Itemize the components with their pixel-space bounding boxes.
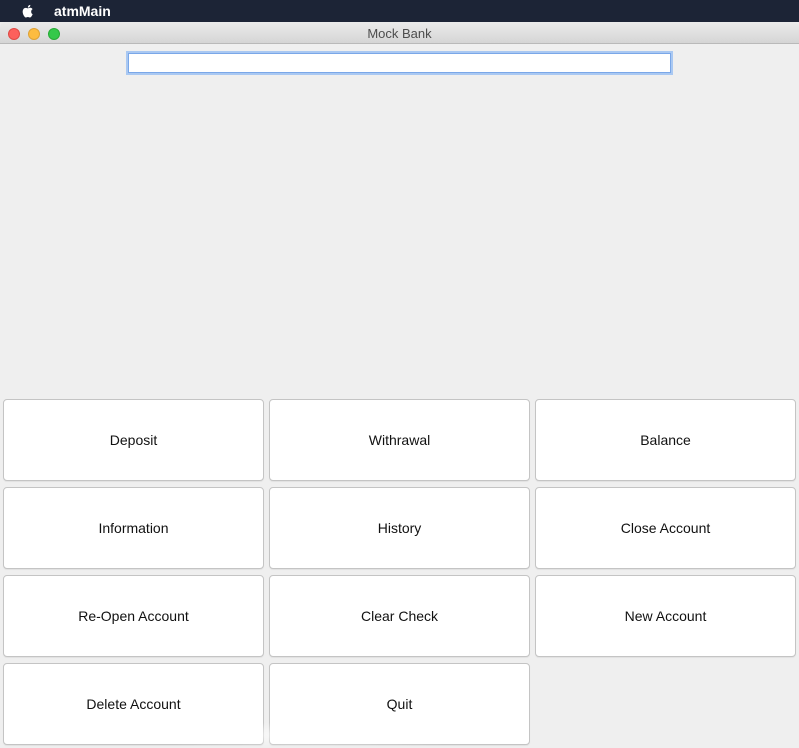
quit-button[interactable]: Quit [269,663,530,745]
app-menu-name[interactable]: atmMain [54,3,111,19]
close-account-button[interactable]: Close Account [535,487,796,569]
atm-input-field[interactable] [128,53,671,73]
title-bar[interactable]: Mock Bank [0,22,799,44]
clear-check-button[interactable]: Clear Check [269,575,530,657]
withdrawal-button[interactable]: Withrawal [269,399,530,481]
balance-button[interactable]: Balance [535,399,796,481]
apple-logo-icon[interactable] [20,3,36,19]
menu-bar: atmMain [0,0,799,22]
window-title: Mock Bank [367,26,432,41]
main-window: Mock Bank Deposit Withrawal Balance Info… [0,22,799,748]
delete-account-button[interactable]: Delete Account [3,663,264,745]
new-account-button[interactable]: New Account [535,575,796,657]
deposit-button[interactable]: Deposit [3,399,264,481]
history-button[interactable]: History [269,487,530,569]
reopen-account-button[interactable]: Re-Open Account [3,575,264,657]
information-button[interactable]: Information [3,487,264,569]
